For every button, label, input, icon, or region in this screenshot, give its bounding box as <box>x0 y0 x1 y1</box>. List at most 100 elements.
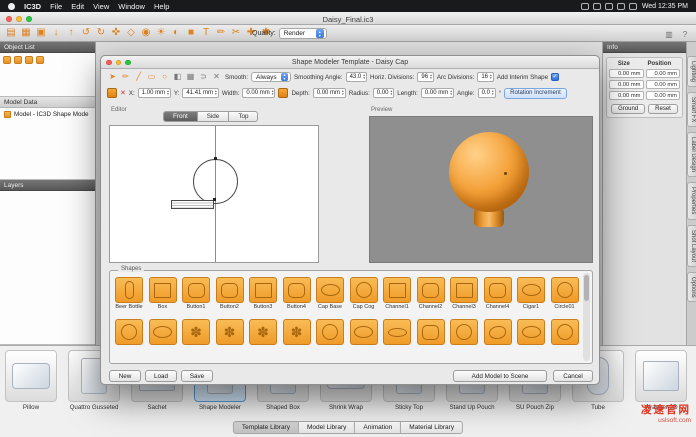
depth-field[interactable]: 0.00 mm ▴▾ <box>313 88 346 98</box>
apple-logo-icon[interactable] <box>8 3 15 10</box>
pen-tool-icon[interactable]: ✏ <box>120 72 131 83</box>
library-item-wrapper-2d[interactable]: Wrapper 2D <box>634 350 688 411</box>
shape-item[interactable] <box>148 319 178 345</box>
shape-item-button2[interactable]: Button2 <box>215 277 245 310</box>
add-model-to-scene-button[interactable]: Add Model to Scene <box>453 370 547 382</box>
mirror-tool-icon[interactable]: ◧ <box>172 72 183 83</box>
value-field[interactable]: 0.00 mm <box>646 80 681 89</box>
reset-button[interactable]: Reset <box>648 104 678 114</box>
save-button[interactable]: Save <box>181 370 213 382</box>
import-icon[interactable]: ↓ <box>50 27 62 40</box>
window-titlebar[interactable]: Daisy_Final.ic3 <box>0 12 696 25</box>
menu-edit[interactable]: Edit <box>71 2 84 11</box>
wifi-icon[interactable] <box>617 3 625 10</box>
stepper-icon[interactable]: ▴▾ <box>342 90 344 97</box>
shape-item[interactable]: ✽ <box>215 319 245 345</box>
stepper-icon[interactable]: ▴▾ <box>272 90 274 97</box>
x-field[interactable]: 1.00 mm ▴▾ <box>138 88 171 98</box>
menu-ic3d[interactable]: IC3D <box>24 2 41 11</box>
shape-item-cap-base[interactable]: Cap Base <box>315 277 345 310</box>
shape-item[interactable]: ✽ <box>248 319 278 345</box>
menu-window[interactable]: Window <box>118 2 145 11</box>
y-field[interactable]: 41.41 mm ▴▾ <box>182 88 218 98</box>
quality-dropdown[interactable]: Render ▴▾ <box>279 28 327 39</box>
smoothing-angle-field[interactable]: 43.0 ▴▾ <box>346 72 367 82</box>
save-file-icon[interactable]: ▣ <box>35 27 47 40</box>
side-tab-options[interactable]: Options <box>687 272 696 303</box>
panel-toggle-icon[interactable]: ▥ <box>663 28 675 41</box>
editor-tab-front[interactable]: Front <box>163 111 198 122</box>
delete-point-icon[interactable]: ✕ <box>211 72 222 83</box>
color-swatch-icon[interactable] <box>107 88 117 98</box>
editor-tab-side[interactable]: Side <box>198 111 230 122</box>
redo-icon[interactable]: ↻ <box>95 27 107 40</box>
angle-field[interactable]: 0.0 ▴▾ <box>478 88 496 98</box>
pen-tool-icon[interactable]: ✏ <box>215 27 227 40</box>
stepper-icon[interactable]: ▴▾ <box>450 90 452 97</box>
shape-item-cigar1[interactable]: Cigar1 <box>516 277 546 310</box>
delete-point-icon[interactable]: ✕ <box>120 89 126 97</box>
menu-help[interactable]: Help <box>154 2 169 11</box>
display-icon[interactable] <box>581 3 589 10</box>
tab-template-library[interactable]: Template Library <box>233 421 299 434</box>
add-interim-checkbox[interactable] <box>551 73 559 81</box>
preview-3d-canvas[interactable] <box>369 116 593 263</box>
select-tool-icon[interactable]: ➤ <box>107 72 118 83</box>
side-tab-label-design[interactable]: Label Design <box>687 132 696 177</box>
shape-item[interactable]: ✽ <box>282 319 312 345</box>
shape-item-channel3[interactable]: Channel3 <box>449 277 479 310</box>
shapes-scrollbar[interactable] <box>583 273 590 361</box>
shape-item-channel1[interactable]: Channel1 <box>382 277 412 310</box>
line-tool-icon[interactable]: ╱ <box>133 72 144 83</box>
menubar-clock[interactable]: Wed 12:35 PM <box>642 3 688 10</box>
load-button[interactable]: Load <box>145 370 177 382</box>
shape-item-channel2[interactable]: Channel2 <box>416 277 446 310</box>
shape-item[interactable] <box>382 319 412 345</box>
new-button[interactable]: New <box>109 370 141 382</box>
shape-item[interactable] <box>516 319 546 345</box>
object-list-body[interactable] <box>0 53 95 97</box>
move-tool-icon[interactable]: ✜ <box>110 27 122 40</box>
rotation-increment-button[interactable]: Rotation Increment <box>504 88 567 99</box>
value-field[interactable]: 0.00 mm <box>609 69 644 78</box>
export-icon[interactable]: ↑ <box>65 27 77 40</box>
value-field[interactable]: 0.00 mm <box>646 91 681 100</box>
add-icon[interactable] <box>3 56 11 64</box>
dropdown-stepper-icon[interactable]: ▴▾ <box>316 29 324 38</box>
cancel-button[interactable]: Cancel <box>553 370 593 382</box>
profile-neck-shape[interactable] <box>171 200 214 209</box>
material-tool-icon[interactable]: ◐ <box>170 27 182 40</box>
library-item-pillow[interactable]: Pillow <box>4 350 58 411</box>
scale-tool-icon[interactable]: ◇ <box>125 27 137 40</box>
tab-animation[interactable]: Animation <box>355 421 401 434</box>
tab-model-library[interactable]: Model Library <box>299 421 355 434</box>
stepper-icon[interactable]: ▴▾ <box>215 90 217 97</box>
stepper-icon[interactable]: ▴▾ <box>167 90 169 97</box>
shape-item-cap-cog[interactable]: Cap Cog <box>349 277 379 310</box>
radius-field[interactable]: 0.00 ▴▾ <box>373 88 394 98</box>
side-tab-lighting[interactable]: Lighting <box>687 56 696 87</box>
shape-item[interactable]: ✽ <box>181 319 211 345</box>
value-field[interactable]: 0.00 mm <box>609 91 644 100</box>
shape-item[interactable] <box>349 319 379 345</box>
volume-icon[interactable] <box>593 3 601 10</box>
stepper-icon[interactable]: ▴▾ <box>492 90 494 97</box>
shape-item[interactable] <box>315 319 345 345</box>
shape-item-circle01[interactable]: Circle01 <box>550 277 580 310</box>
length-field[interactable]: 0.00 mm ▴▾ <box>421 88 454 98</box>
menu-file[interactable]: File <box>50 2 62 11</box>
stepper-icon[interactable]: ▴▾ <box>430 74 432 81</box>
side-tab-properties[interactable]: Properties <box>687 182 696 219</box>
editor-tab-top[interactable]: Top <box>229 111 258 122</box>
shape-item[interactable] <box>449 319 479 345</box>
model-tree-body[interactable]: Model - IC3D Shape Mode <box>0 108 95 180</box>
value-field[interactable]: 0.00 mm <box>609 80 644 89</box>
camera-tool-icon[interactable]: ◉ <box>140 27 152 40</box>
help-icon[interactable]: ? <box>679 28 691 41</box>
circle-tool-icon[interactable]: ○ <box>159 72 170 83</box>
battery-icon[interactable] <box>629 3 637 10</box>
eye-icon[interactable] <box>36 56 44 64</box>
value-field[interactable]: 0.00 mm <box>646 69 681 78</box>
side-tab-shot-layout[interactable]: Shot Layout <box>687 225 696 267</box>
grid-snap-icon[interactable]: ▦ <box>185 72 196 83</box>
